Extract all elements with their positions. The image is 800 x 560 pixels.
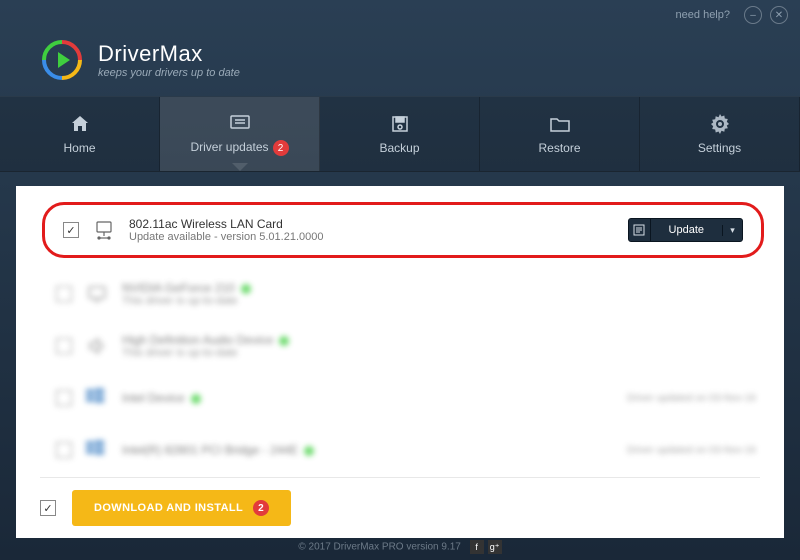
folder-icon [549,113,571,135]
minimize-button[interactable]: – [744,6,762,24]
chevron-down-icon[interactable]: ▾ [722,225,742,236]
monitor-icon [229,112,251,134]
download-install-button[interactable]: DOWNLOAD AND INSTALL 2 [72,490,291,526]
tab-label: Backup [379,141,419,155]
status-dot-icon [279,336,289,346]
footer-bar: ✓ DOWNLOAD AND INSTALL 2 [40,477,760,526]
tab-label: Restore [538,141,580,155]
driver-info: 802.11ac Wireless LAN Card Update availa… [129,217,614,243]
tab-label: Driver updates2 [190,140,288,156]
gear-icon [709,113,731,135]
tab-settings[interactable]: Settings [640,97,800,171]
help-link[interactable]: need help? [676,9,730,21]
copyright: © 2017 DriverMax PRO version 9.17 f g⁺ [0,540,800,554]
select-all-checkbox[interactable]: ✓ [40,500,56,516]
notes-icon [629,219,651,241]
driver-row: Intel Device Driver updated on 03-Nov-16 [40,372,772,424]
close-button[interactable]: ✕ [770,6,788,24]
driver-status: Update available - version 5.01.21.0000 [129,231,614,243]
update-button-label: Update [651,224,722,236]
driver-info: NVIDIA GeForce 210 This driver is up-to-… [122,281,756,307]
checkbox[interactable] [56,390,72,406]
driver-status: This driver is up-to-date [122,295,756,307]
download-badge: 2 [253,500,269,516]
home-icon [69,113,91,135]
nav-tabs: Home Driver updates2 Backup Restore Sett… [0,96,800,172]
audio-icon [86,335,108,357]
driver-info: High Definition Audio Device This driver… [122,333,756,359]
checkbox[interactable] [56,286,72,302]
copyright-text: © 2017 DriverMax PRO version 9.17 [298,542,460,553]
status-dot-icon [191,394,201,404]
content-panel: ✓ 802.11ac Wireless LAN Card Update avai… [16,186,784,538]
windows-icon [86,439,108,461]
driver-name: NVIDIA GeForce 210 [122,281,756,295]
tab-label: Home [63,141,95,155]
driver-row-highlighted: ✓ 802.11ac Wireless LAN Card Update avai… [42,202,764,258]
tab-backup[interactable]: Backup [320,97,480,171]
status-dot-icon [241,284,251,294]
monitor-icon [86,283,108,305]
driver-name: High Definition Audio Device [122,333,756,347]
driver-row: Intel(R) 82801 PCI Bridge - 244E Driver … [40,424,772,472]
header: DriverMax keeps your drivers up to date [0,30,800,96]
driver-name: Intel(R) 82801 PCI Bridge - 244E [122,443,613,457]
driver-list[interactable]: ✓ 802.11ac Wireless LAN Card Update avai… [40,200,772,472]
driver-updated-date: Driver updated on 03-Nov-16 [627,445,756,456]
tab-home[interactable]: Home [0,97,160,171]
updates-badge: 2 [273,140,289,156]
tab-label: Settings [698,141,741,155]
driver-name: 802.11ac Wireless LAN Card [129,217,614,231]
checkbox[interactable] [56,338,72,354]
driver-info: Intel Device [122,391,613,405]
save-icon [389,113,411,135]
driver-row: High Definition Audio Device This driver… [40,320,772,372]
network-card-icon [93,219,115,241]
windows-icon [86,387,108,409]
tab-restore[interactable]: Restore [480,97,640,171]
facebook-icon[interactable]: f [470,540,484,554]
app-tagline: keeps your drivers up to date [98,67,240,79]
checkbox[interactable] [56,442,72,458]
brand: DriverMax keeps your drivers up to date [98,41,240,79]
driver-row: NVIDIA GeForce 210 This driver is up-to-… [40,268,772,320]
driver-updated-date: Driver updated on 03-Nov-16 [627,393,756,404]
download-install-label: DOWNLOAD AND INSTALL [94,502,243,514]
logo-icon [40,38,84,82]
app-title: DriverMax [98,41,240,67]
update-button[interactable]: Update ▾ [628,218,743,242]
tab-driver-updates[interactable]: Driver updates2 [160,97,320,171]
social-icons: f g⁺ [470,540,502,554]
driver-name: Intel Device [122,391,613,405]
status-dot-icon [304,446,314,456]
checkbox[interactable]: ✓ [63,222,79,238]
driver-info: Intel(R) 82801 PCI Bridge - 244E [122,443,613,457]
googleplus-icon[interactable]: g⁺ [488,540,502,554]
titlebar: need help? – ✕ [0,0,800,30]
driver-status: This driver is up-to-date [122,347,756,359]
